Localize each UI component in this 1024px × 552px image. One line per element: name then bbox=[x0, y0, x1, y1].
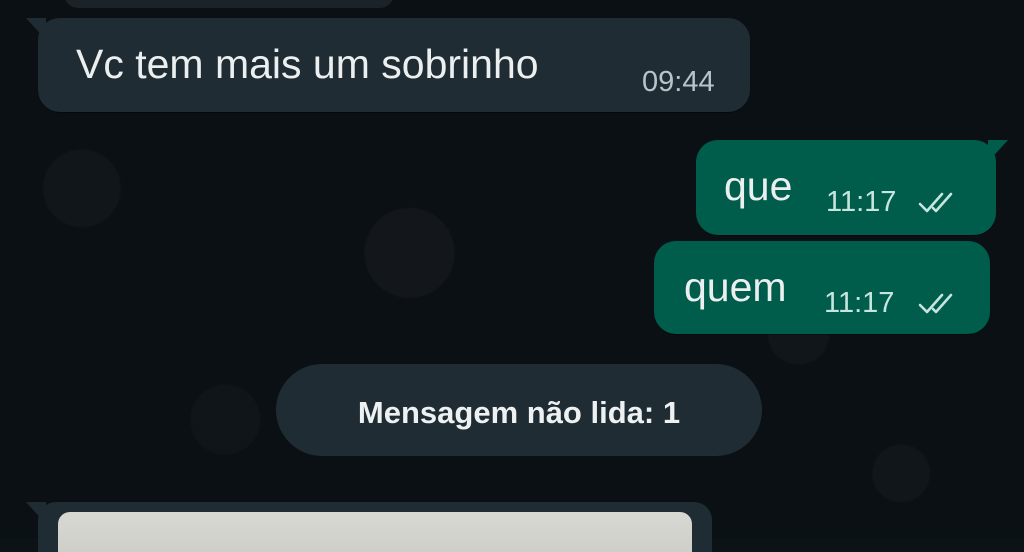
message-bubble-incoming[interactable]: Vc tem mais um sobrinho 09:44 bbox=[38, 18, 750, 112]
message-bubble-outgoing[interactable]: que 11:17 bbox=[696, 140, 996, 235]
message-text: Vc tem mais um sobrinho bbox=[76, 41, 539, 87]
message-time: 09:44 bbox=[642, 66, 715, 98]
message-text: que bbox=[724, 163, 793, 209]
unread-messages-banner: Mensagem não lida: 1 bbox=[276, 364, 762, 456]
image-thumbnail[interactable] bbox=[58, 512, 692, 552]
message-time: 11:17 bbox=[826, 186, 897, 218]
message-time: 11:17 bbox=[824, 287, 895, 319]
previous-message-edge bbox=[64, 0, 394, 8]
unread-messages-label: Mensagem não lida: 1 bbox=[357, 395, 681, 430]
read-receipt-icon bbox=[918, 293, 953, 314]
message-bubble-incoming-media[interactable] bbox=[38, 502, 712, 552]
message-bubble-outgoing[interactable]: quem 11:17 bbox=[654, 241, 990, 334]
read-receipt-icon bbox=[918, 192, 953, 213]
message-text: quem bbox=[684, 264, 787, 310]
